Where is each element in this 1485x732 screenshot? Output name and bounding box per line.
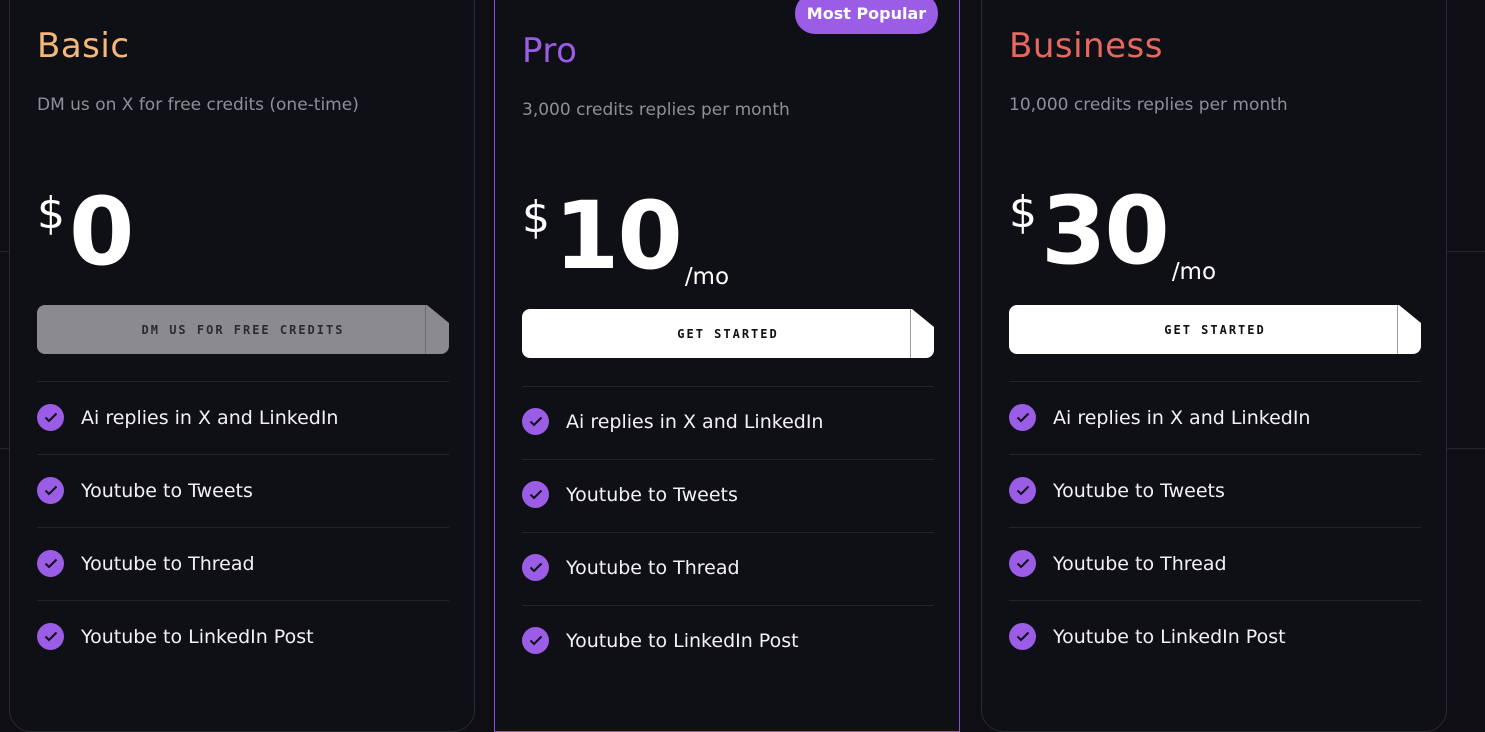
check-circle-icon: [1009, 623, 1036, 650]
button-notch: [1397, 305, 1398, 354]
dm-for-free-credits-button[interactable]: DM US FOR FREE CREDITS: [37, 305, 449, 354]
currency-symbol: $: [522, 192, 550, 243]
feature-item: Youtube to LinkedIn Post: [522, 627, 799, 654]
check-circle-icon: [37, 550, 64, 577]
feature-label: Ai replies in X and LinkedIn: [1053, 406, 1311, 429]
feature-label: Youtube to Tweets: [81, 479, 253, 502]
price-period: /mo: [1171, 259, 1217, 285]
feature-label: Youtube to Thread: [81, 552, 255, 575]
cta-label: GET STARTED: [1164, 322, 1266, 337]
feature-label: Ai replies in X and LinkedIn: [566, 410, 824, 433]
plan-name: Pro: [522, 31, 578, 71]
feature-item: Youtube to Tweets: [522, 481, 738, 508]
plan-name: Basic: [37, 26, 130, 66]
feature-item: Youtube to Tweets: [37, 477, 253, 504]
divider: [1009, 381, 1421, 382]
feature-item: Ai replies in X and LinkedIn: [522, 408, 823, 435]
divider: [37, 600, 449, 601]
feature-label: Ai replies in X and LinkedIn: [81, 406, 339, 429]
divider: [1009, 527, 1421, 528]
plan-name: Business: [1009, 26, 1163, 66]
cta-label: GET STARTED: [677, 326, 779, 341]
feature-item: Youtube to LinkedIn Post: [1009, 623, 1286, 650]
feature-item: Ai replies in X and LinkedIn: [37, 404, 338, 431]
feature-item: Youtube to LinkedIn Post: [37, 623, 314, 650]
feature-label: Youtube to Thread: [1053, 552, 1227, 575]
feature-label: Youtube to Tweets: [566, 483, 738, 506]
pricing-card-business: Business 10,000 credits replies per mont…: [981, 0, 1447, 732]
divider: [522, 605, 934, 606]
feature-item: Ai replies in X and LinkedIn: [1009, 404, 1310, 431]
check-circle-icon: [1009, 404, 1036, 431]
plan-description: 10,000 credits replies per month: [1009, 95, 1288, 115]
feature-label: Youtube to Thread: [566, 556, 740, 579]
pricing-card-basic: Basic DM us on X for free credits (one-t…: [9, 0, 475, 732]
check-circle-icon: [37, 404, 64, 431]
currency-symbol: $: [37, 188, 65, 239]
feature-item: Youtube to Thread: [37, 550, 255, 577]
background-divider: [1447, 251, 1485, 252]
divider: [522, 386, 934, 387]
price-amount: 30: [1041, 177, 1170, 286]
check-circle-icon: [522, 554, 549, 581]
currency-symbol: $: [1009, 187, 1037, 238]
divider: [37, 454, 449, 455]
price-amount: 0: [69, 178, 134, 287]
feature-label: Youtube to Tweets: [1053, 479, 1225, 502]
feature-item: Youtube to Thread: [1009, 550, 1227, 577]
check-circle-icon: [522, 627, 549, 654]
feature-item: Youtube to Tweets: [1009, 477, 1225, 504]
background-divider: [1447, 448, 1485, 449]
plan-price: $ 10 /mo: [522, 182, 729, 291]
check-circle-icon: [1009, 550, 1036, 577]
plan-description: 3,000 credits replies per month: [522, 100, 790, 120]
divider: [522, 459, 934, 460]
plan-description: DM us on X for free credits (one-time): [37, 95, 359, 115]
divider: [37, 381, 449, 382]
check-circle-icon: [1009, 477, 1036, 504]
get-started-button[interactable]: GET STARTED: [522, 309, 934, 358]
divider: [1009, 600, 1421, 601]
divider: [522, 532, 934, 533]
get-started-button[interactable]: GET STARTED: [1009, 305, 1421, 354]
pricing-card-pro: Pro 3,000 credits replies per month $ 10…: [494, 0, 960, 732]
most-popular-badge: Most Popular: [795, 0, 938, 34]
check-circle-icon: [37, 477, 64, 504]
feature-item: Youtube to Thread: [522, 554, 740, 581]
button-notch: [910, 309, 911, 358]
feature-label: Youtube to LinkedIn Post: [1053, 625, 1286, 648]
feature-label: Youtube to LinkedIn Post: [81, 625, 314, 648]
cta-label: DM US FOR FREE CREDITS: [141, 322, 345, 337]
check-circle-icon: [37, 623, 64, 650]
price-amount: 10: [554, 182, 683, 291]
divider: [1009, 454, 1421, 455]
price-period: /mo: [684, 264, 730, 290]
check-circle-icon: [522, 408, 549, 435]
plan-price: $ 30 /mo: [1009, 177, 1216, 286]
plan-price: $ 0: [37, 178, 134, 287]
check-circle-icon: [522, 481, 549, 508]
button-notch: [425, 305, 426, 354]
divider: [37, 527, 449, 528]
feature-label: Youtube to LinkedIn Post: [566, 629, 799, 652]
